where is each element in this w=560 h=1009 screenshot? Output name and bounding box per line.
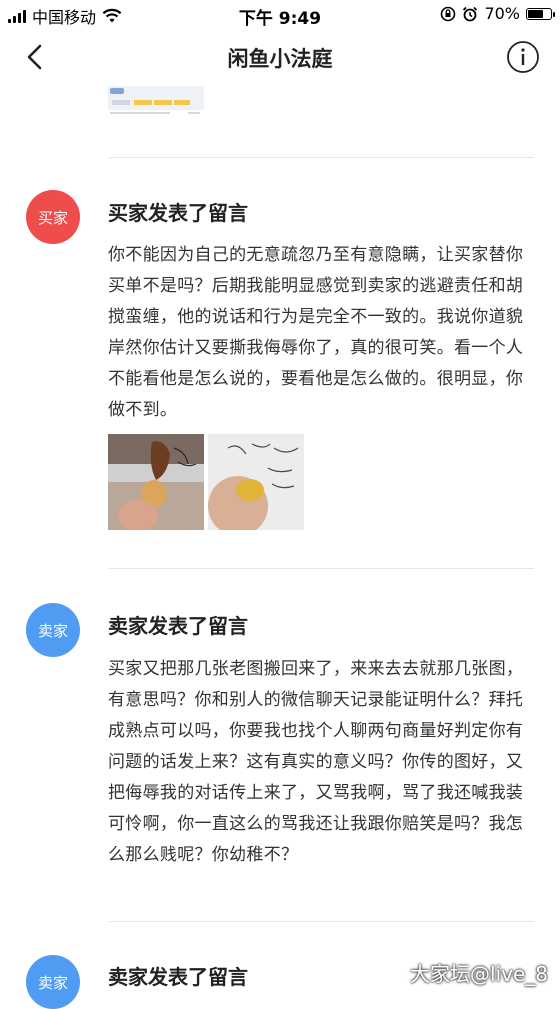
battery-level: [528, 9, 544, 18]
watermark: 大家坛@live_8: [410, 962, 548, 986]
message-title: 买家发表了留言: [108, 201, 248, 225]
nav-bar: 闲鱼小法庭: [0, 30, 560, 86]
previous-message-image[interactable]: [108, 86, 204, 116]
evidence-photo[interactable]: [208, 434, 304, 530]
avatar-seller: 卖家: [26, 603, 80, 657]
message-body: 你不能因为自己的无意疏忽乃至有意隐瞒，让买家替你买单不是吗？后期我能明显感觉到卖…: [108, 245, 524, 420]
message-title: 卖家发表了留言: [108, 614, 248, 638]
avatar-buyer: 买家: [26, 190, 80, 244]
battery-icon: [526, 7, 555, 20]
message-body: 买家又把那几张老图搬回来了，来来去去就那几张图，有意思吗？你和别人的微信聊天记录…: [108, 659, 524, 865]
divider: [108, 157, 534, 158]
orientation-lock-icon: [441, 6, 456, 21]
alarm-icon: [463, 6, 478, 21]
info-circle-icon[interactable]: [506, 40, 540, 74]
avatar-seller: 卖家: [26, 955, 80, 1009]
message-title: 卖家发表了留言: [108, 965, 248, 989]
page-title: 闲鱼小法庭: [227, 47, 333, 71]
divider: [108, 921, 534, 922]
divider: [108, 568, 534, 569]
status-right: 70%: [440, 4, 555, 23]
evidence-photo-image: [208, 434, 304, 530]
evidence-photo-image: [108, 434, 204, 530]
evidence-photo[interactable]: [108, 434, 204, 530]
status-bar: 中国移动 下午 9:49 70%: [0, 0, 560, 30]
battery-percent: 70%: [484, 4, 520, 23]
